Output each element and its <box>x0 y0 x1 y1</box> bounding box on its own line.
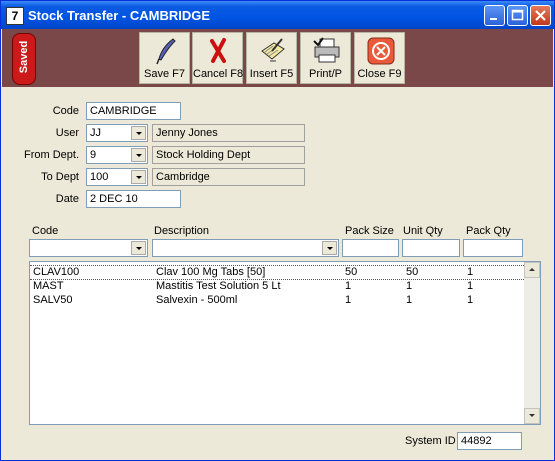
stock-transfer-window: 7 Stock Transfer - CAMBRIDGE Saved Save … <box>0 0 555 461</box>
minimize-button[interactable] <box>484 5 505 26</box>
column-header-pack-qty: Pack Qty <box>466 225 511 237</box>
saved-badge-label: Saved <box>18 40 30 74</box>
from-dept-dropdown-value: 9 <box>90 149 97 161</box>
save-button[interactable]: Save F7 <box>139 32 190 84</box>
insert-button-label: Insert F5 <box>249 68 294 80</box>
scroll-up-arrow-icon[interactable] <box>524 262 540 278</box>
code-field[interactable]: CAMBRIDGE <box>86 102 181 120</box>
row-code: SALV50 <box>33 294 73 306</box>
row-description: Salvexin - 500ml <box>156 294 238 306</box>
printer-icon <box>313 37 340 63</box>
to-dept-label: To Dept <box>41 171 79 183</box>
window-title: Stock Transfer - CAMBRIDGE <box>28 8 211 23</box>
save-button-label: Save F7 <box>144 68 185 80</box>
chevron-down-icon[interactable] <box>131 241 146 255</box>
row-unit-qty: 50 <box>406 266 419 278</box>
cancel-button[interactable]: Cancel F8 <box>192 32 243 84</box>
chevron-down-icon[interactable] <box>131 126 146 140</box>
saved-badge: Saved <box>12 33 36 85</box>
code-filter-dropdown[interactable] <box>29 239 148 257</box>
system-id-field: 44892 <box>457 432 522 450</box>
row-description: Clav 100 Mg Tabs [50] <box>156 266 266 278</box>
row-code: CLAV100 <box>33 266 80 278</box>
scroll-down-arrow-icon[interactable] <box>524 408 540 424</box>
row-pack-size: 50 <box>345 266 358 278</box>
column-header-pack-size: Pack Size <box>345 225 394 237</box>
from-dept-label: From Dept. <box>23 149 79 161</box>
table-row[interactable]: MAST Mastitis Test Solution 5 Lt 1 1 1 <box>30 280 524 293</box>
row-pack-size: 1 <box>345 280 352 292</box>
user-label: User <box>55 127 79 139</box>
insert-document-icon <box>261 38 285 62</box>
close-x-icon <box>535 10 546 21</box>
toolbar: Saved Save F7 Cancel F8 Insert F5 Print/… <box>2 29 553 87</box>
maximize-icon <box>511 9 524 21</box>
cancel-button-label: Cancel F8 <box>193 68 244 80</box>
description-filter-dropdown[interactable] <box>152 239 339 257</box>
close-window-button[interactable] <box>530 5 551 26</box>
column-header-code: Code <box>32 225 59 237</box>
user-dropdown[interactable]: JJ <box>86 124 148 142</box>
print-button-label: Print/P <box>308 68 342 80</box>
row-pack-size: 1 <box>345 294 352 306</box>
pack-qty-filter[interactable] <box>463 239 523 257</box>
table-row[interactable]: CLAV100 Clav 100 Mg Tabs [50] 50 50 1 <box>30 265 524 280</box>
red-x-icon <box>210 38 226 63</box>
code-label: Code <box>52 105 79 117</box>
to-dept-dropdown[interactable]: 100 <box>86 168 148 186</box>
pack-size-filter[interactable] <box>342 239 399 257</box>
chevron-down-icon[interactable] <box>131 148 146 162</box>
to-dept-dropdown-value: 100 <box>90 171 109 183</box>
user-dropdown-value: JJ <box>90 127 101 139</box>
system-id-label: System ID <box>405 435 456 447</box>
grid-vertical-scrollbar[interactable] <box>524 262 540 424</box>
minimize-icon <box>490 18 497 20</box>
date-label: Date <box>55 193 79 205</box>
chevron-down-icon[interactable] <box>322 241 337 255</box>
row-description: Mastitis Test Solution 5 Lt <box>156 280 281 292</box>
close-button-label: Close F9 <box>357 68 402 80</box>
print-button[interactable]: Print/P <box>300 32 351 84</box>
app-icon: 7 <box>6 7 24 25</box>
close-button[interactable]: Close F9 <box>354 32 405 84</box>
row-pack-qty: 1 <box>467 294 474 306</box>
transfer-items-grid[interactable]: CLAV100 Clav 100 Mg Tabs [50] 50 50 1 MA… <box>29 261 541 425</box>
user-name-display: Jenny Jones <box>152 124 305 142</box>
close-circle-icon <box>367 37 395 65</box>
to-dept-display: Cambridge <box>152 168 305 186</box>
table-row[interactable]: SALV50 Salvexin - 500ml 1 1 1 <box>30 294 524 307</box>
column-header-description: Description <box>154 225 210 237</box>
column-header-unit-qty: Unit Qty <box>403 225 443 237</box>
date-field[interactable]: 2 DEC 10 <box>86 190 181 208</box>
maximize-button[interactable] <box>507 5 528 26</box>
row-unit-qty: 1 <box>406 280 413 292</box>
from-dept-dropdown[interactable]: 9 <box>86 146 148 164</box>
row-pack-qty: 1 <box>467 280 474 292</box>
row-pack-qty: 1 <box>467 266 474 278</box>
quill-pen-icon <box>156 38 176 65</box>
from-dept-display: Stock Holding Dept <box>152 146 305 164</box>
chevron-down-icon[interactable] <box>131 170 146 184</box>
row-code: MAST <box>33 280 64 292</box>
title-bar: 7 Stock Transfer - CAMBRIDGE <box>1 1 554 29</box>
insert-button[interactable]: Insert F5 <box>246 32 297 84</box>
unit-qty-filter[interactable] <box>402 239 460 257</box>
row-unit-qty: 1 <box>406 294 413 306</box>
